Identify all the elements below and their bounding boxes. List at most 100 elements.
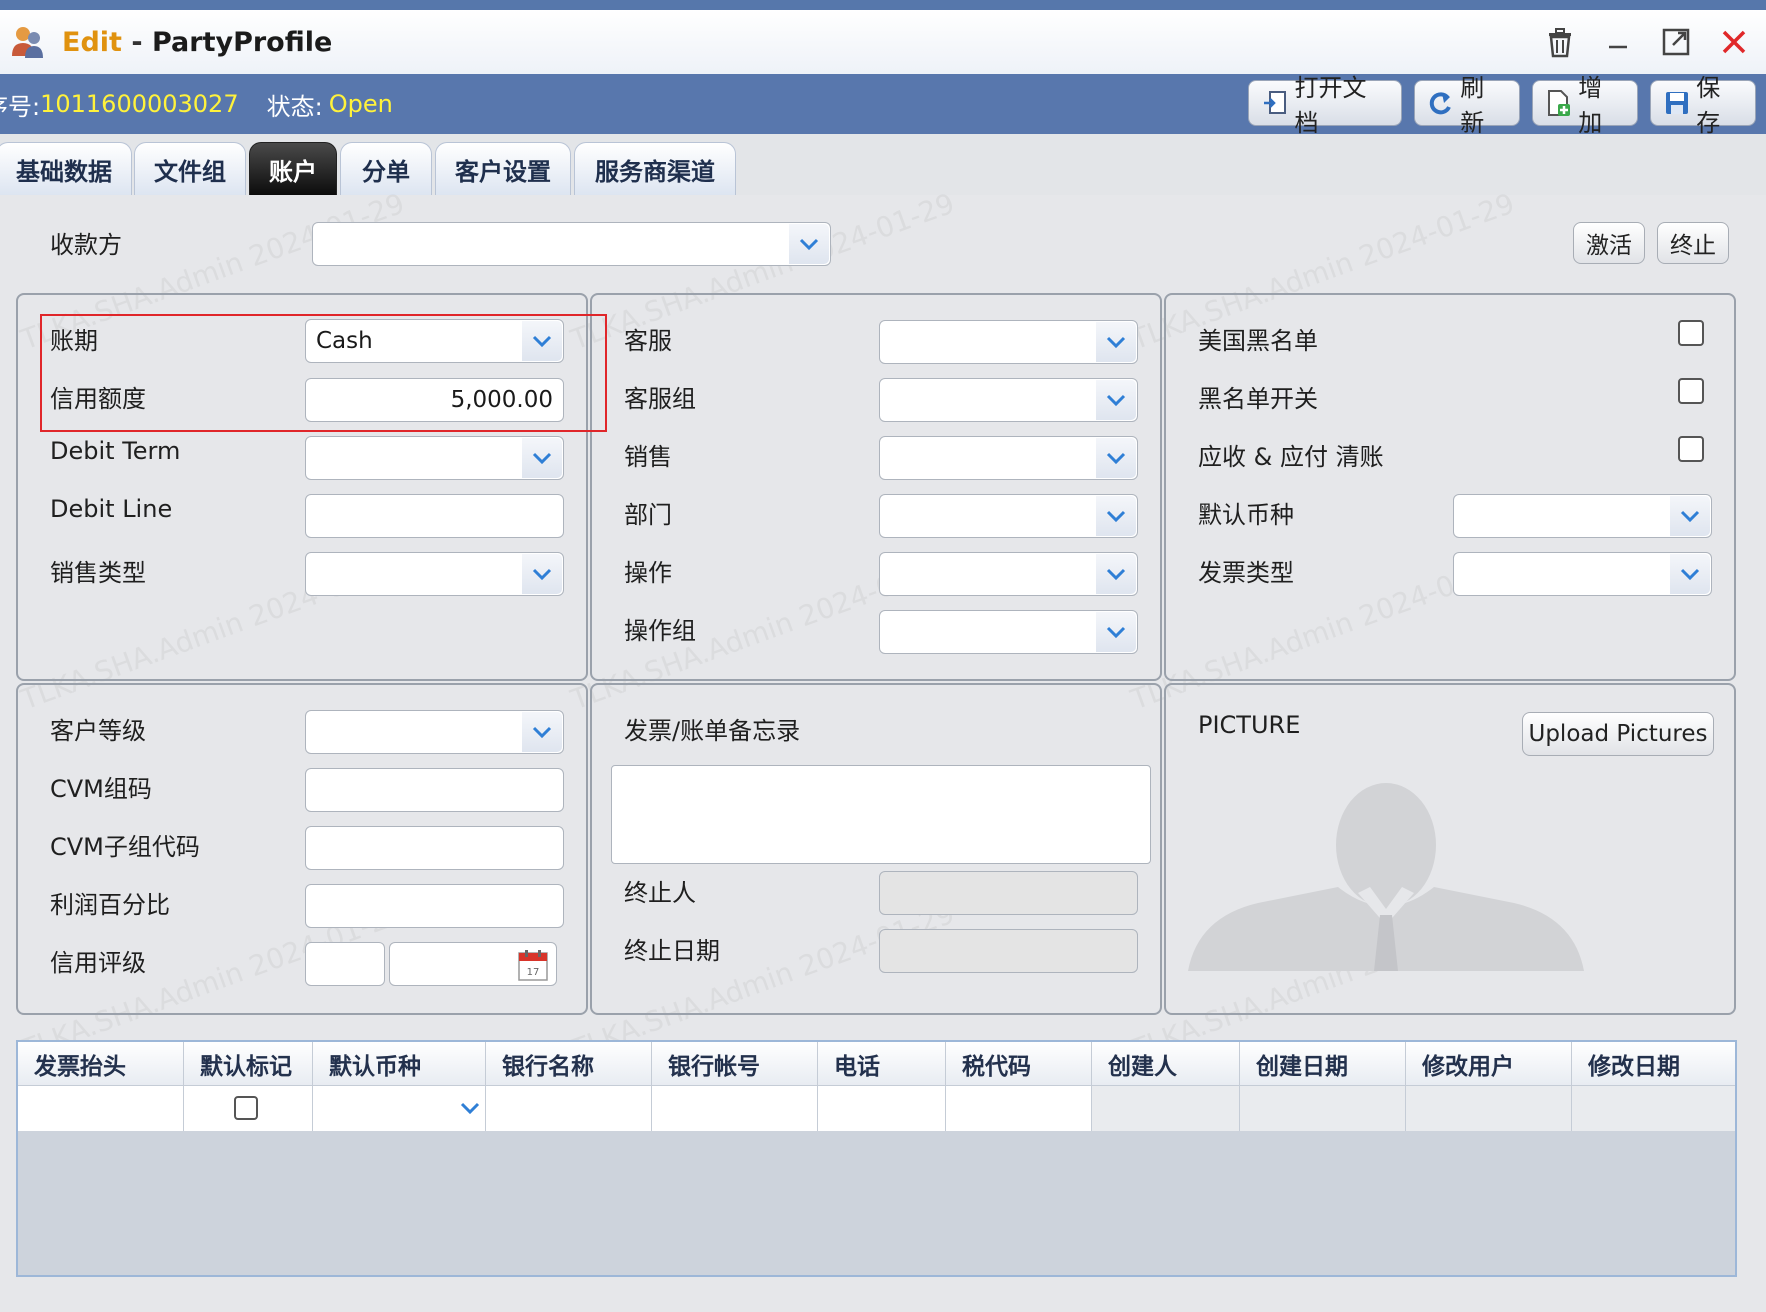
default-currency-select[interactable] — [1453, 494, 1712, 538]
grid-column-header[interactable]: 创建日期 — [1240, 1042, 1406, 1086]
credit-rating-date-field[interactable]: 17 — [389, 942, 557, 986]
phone-cell[interactable] — [818, 1086, 946, 1131]
tab-customer-settings[interactable]: 客户设置 — [435, 142, 571, 195]
open-document-button[interactable]: 打开文档 — [1248, 74, 1402, 137]
ar-ap-clearing-checkbox[interactable] — [1678, 436, 1704, 462]
tab-label: 服务商渠道 — [595, 157, 715, 186]
grid-column-header[interactable]: 税代码 — [946, 1042, 1092, 1086]
terminated-by-label: 终止人 — [624, 879, 696, 907]
chevron-down-icon — [522, 712, 562, 752]
cvm-group-label: CVM组码 — [50, 775, 152, 803]
terminated-by-field — [879, 871, 1138, 915]
sales-type-select[interactable] — [305, 552, 564, 596]
operator-group-label: 操作组 — [624, 617, 696, 645]
add-document-icon — [1545, 89, 1572, 117]
terminate-button[interactable]: 终止 — [1657, 222, 1729, 264]
default-flag-checkbox[interactable] — [234, 1096, 258, 1120]
grid-column-header[interactable]: 发票抬头 — [18, 1042, 184, 1086]
blacklist-switch-label: 黑名单开关 — [1198, 385, 1318, 413]
grid-column-header[interactable]: 银行帐号 — [652, 1042, 818, 1086]
grid-header-row: 发票抬头 默认标记 默认币种 银行名称 银行帐号 电话 税代码 创建人 创建日期… — [18, 1042, 1735, 1086]
chevron-down-icon — [1096, 612, 1136, 652]
open-document-icon — [1261, 89, 1289, 117]
chevron-down-icon — [1096, 554, 1136, 594]
customer-level-label: 客户等级 — [50, 717, 146, 745]
tab-label: 客户设置 — [455, 157, 551, 186]
grid-column-header[interactable]: 修改用户 — [1406, 1042, 1572, 1086]
us-blacklist-label: 美国黑名单 — [1198, 327, 1318, 355]
grid-column-header[interactable]: 修改日期 — [1572, 1042, 1735, 1086]
grid-column-header[interactable]: 创建人 — [1092, 1042, 1240, 1086]
grid-column-header[interactable]: 默认币种 — [313, 1042, 486, 1086]
window-title: Edit - PartyProfile — [62, 27, 332, 58]
cvm-group-field[interactable] — [305, 768, 564, 812]
bank-account-cell[interactable] — [652, 1086, 818, 1131]
payee-label: 收款方 — [50, 231, 122, 259]
profit-percent-field[interactable] — [305, 884, 564, 928]
operator-select[interactable] — [879, 552, 1138, 596]
tab-basic-data[interactable]: 基础数据 — [0, 142, 132, 195]
created-by-cell — [1092, 1086, 1240, 1131]
maximize-icon[interactable] — [1658, 24, 1694, 60]
grid-column-header[interactable]: 银行名称 — [486, 1042, 652, 1086]
open-document-label: 打开文档 — [1294, 74, 1367, 137]
operator-group-select[interactable] — [879, 610, 1138, 654]
trash-icon[interactable] — [1542, 24, 1578, 60]
operator-label: 操作 — [624, 559, 672, 587]
cvm-subgroup-label: CVM子组代码 — [50, 833, 200, 861]
credit-rating-field[interactable] — [305, 942, 385, 986]
tab-label: 分单 — [362, 157, 410, 186]
default-currency-cell[interactable] — [313, 1086, 486, 1131]
calendar-icon[interactable]: 17 — [518, 949, 548, 987]
invoice-title-cell[interactable] — [18, 1086, 184, 1131]
sales-select[interactable] — [879, 436, 1138, 480]
svg-text:17: 17 — [527, 967, 540, 978]
tab-provider-channel[interactable]: 服务商渠道 — [574, 142, 736, 195]
bank-name-cell[interactable] — [486, 1086, 652, 1131]
add-button[interactable]: 增加 — [1532, 74, 1638, 137]
minimize-icon[interactable] — [1600, 24, 1636, 60]
blacklist-switch-checkbox[interactable] — [1678, 378, 1704, 404]
chevron-down-icon — [1096, 496, 1136, 536]
activate-button[interactable]: 激活 — [1573, 222, 1645, 264]
tab-split-order[interactable]: 分单 — [340, 142, 432, 195]
save-button[interactable]: 保存 — [1650, 74, 1756, 137]
payee-select[interactable] — [312, 222, 831, 266]
chevron-down-icon — [1670, 554, 1710, 594]
close-icon[interactable] — [1716, 24, 1752, 60]
tab-file-group[interactable]: 文件组 — [134, 142, 246, 195]
cvm-subgroup-field[interactable] — [305, 826, 564, 870]
chevron-down-icon — [1096, 380, 1136, 420]
terminated-date-label: 终止日期 — [624, 937, 720, 965]
window-titlebar: Edit - PartyProfile — [0, 10, 1766, 74]
invoice-type-select[interactable] — [1453, 552, 1712, 596]
upload-pictures-button[interactable]: Upload Pictures — [1522, 712, 1714, 756]
us-blacklist-checkbox[interactable] — [1678, 320, 1704, 346]
window-controls — [1542, 24, 1752, 60]
grid-column-header[interactable]: 默认标记 — [184, 1042, 313, 1086]
invoice-memo-textarea[interactable] — [611, 765, 1151, 864]
terminate-label: 终止 — [1670, 233, 1716, 259]
tab-account[interactable]: 账户 — [249, 142, 337, 195]
default-currency-label: 默认币种 — [1198, 501, 1294, 529]
tax-code-cell[interactable] — [946, 1086, 1092, 1131]
title-mode: Edit — [62, 26, 122, 58]
party-profile-icon — [10, 24, 46, 60]
debit-line-field[interactable] — [305, 494, 564, 538]
customer-service-select[interactable] — [879, 320, 1138, 364]
customer-level-select[interactable] — [305, 710, 564, 754]
add-label: 增加 — [1578, 74, 1603, 137]
title-separator: - — [131, 26, 143, 58]
department-label: 部门 — [624, 501, 672, 529]
invoice-header-grid: 发票抬头 默认标记 默认币种 银行名称 银行帐号 电话 税代码 创建人 创建日期… — [16, 1040, 1737, 1277]
table-row[interactable] — [18, 1086, 1735, 1131]
avatar-placeholder-icon — [1188, 775, 1584, 975]
chevron-down-icon — [1670, 496, 1710, 536]
seq-value: 1011600003027 — [40, 90, 239, 118]
refresh-button[interactable]: 刷新 — [1414, 74, 1520, 137]
department-select[interactable] — [879, 494, 1138, 538]
title-name: PartyProfile — [151, 26, 333, 58]
customer-service-group-select[interactable] — [879, 378, 1138, 422]
grid-column-header[interactable]: 电话 — [818, 1042, 946, 1086]
debit-term-select[interactable] — [305, 436, 564, 480]
